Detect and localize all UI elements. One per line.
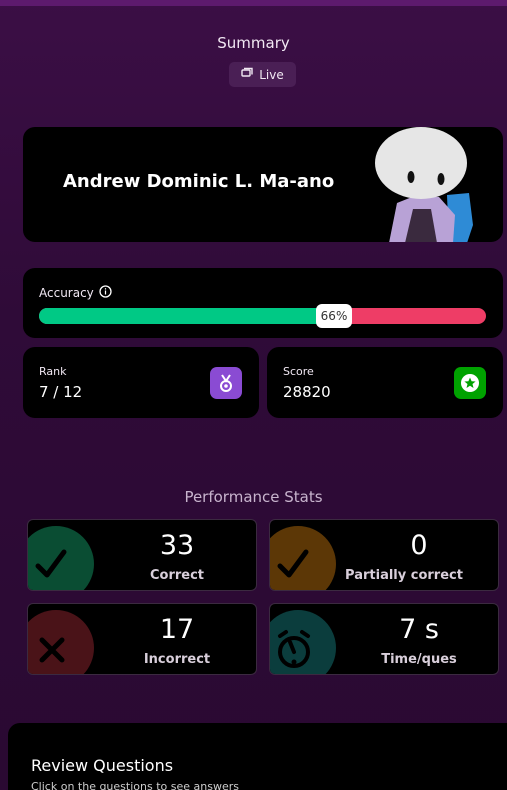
incorrect-label: Incorrect — [143, 652, 211, 667]
score-card: Score 28820 — [267, 347, 503, 418]
rank-label: Rank — [39, 365, 67, 378]
avatar — [375, 127, 473, 242]
accuracy-bar-fill — [39, 308, 335, 324]
rank-card: Rank 7 / 12 — [23, 347, 259, 418]
accuracy-card: Accuracy 66% — [23, 268, 503, 338]
player-card: Andrew Dominic L. Ma-ano — [23, 127, 503, 242]
review-title: Review Questions — [31, 756, 174, 775]
accuracy-label-row: Accuracy — [39, 285, 112, 301]
incorrect-stat-card: 17 Incorrect — [27, 603, 257, 675]
star-icon — [454, 367, 486, 399]
incorrect-count: 17 — [159, 614, 195, 645]
check-icon — [35, 549, 67, 578]
partial-stat-card: 0 Partially correct — [269, 519, 499, 591]
partial-count: 0 — [410, 530, 428, 561]
player-name: Andrew Dominic L. Ma-ano — [63, 171, 335, 192]
rank-value: 7 / 12 — [39, 383, 83, 401]
stopwatch-icon — [278, 630, 310, 668]
accuracy-bar: 66% — [39, 304, 486, 328]
accuracy-label: Accuracy — [39, 286, 94, 300]
accuracy-percent: 66% — [316, 304, 353, 328]
review-questions-card[interactable]: Review Questions Click on the questions … — [8, 723, 507, 790]
live-icon — [241, 67, 253, 82]
cross-icon — [39, 637, 65, 663]
medal-icon — [210, 367, 242, 399]
correct-icon-bg — [28, 526, 94, 590]
correct-count: 33 — [159, 530, 195, 561]
score-value: 28820 — [283, 383, 331, 401]
info-icon[interactable] — [99, 285, 112, 301]
live-badge: Live — [229, 62, 296, 87]
time-value: 7 s — [399, 614, 439, 645]
live-label: Live — [259, 67, 284, 82]
review-subtitle: Click on the questions to see answers — [31, 780, 239, 790]
summary-header: Summary — [0, 34, 507, 52]
time-icon-bg — [270, 610, 336, 674]
incorrect-icon-bg — [28, 610, 94, 674]
performance-title: Performance Stats — [184, 488, 323, 506]
time-stat-card: 7 s Time/ques — [269, 603, 499, 675]
correct-label: Correct — [149, 568, 205, 583]
score-label: Score — [283, 365, 314, 378]
time-label: Time/ques — [381, 652, 457, 667]
page-title: Summary — [217, 34, 290, 52]
partial-label: Partially correct — [345, 568, 463, 583]
correct-stat-card: 33 Correct — [27, 519, 257, 591]
top-bar — [0, 0, 507, 6]
check-icon — [277, 549, 309, 578]
